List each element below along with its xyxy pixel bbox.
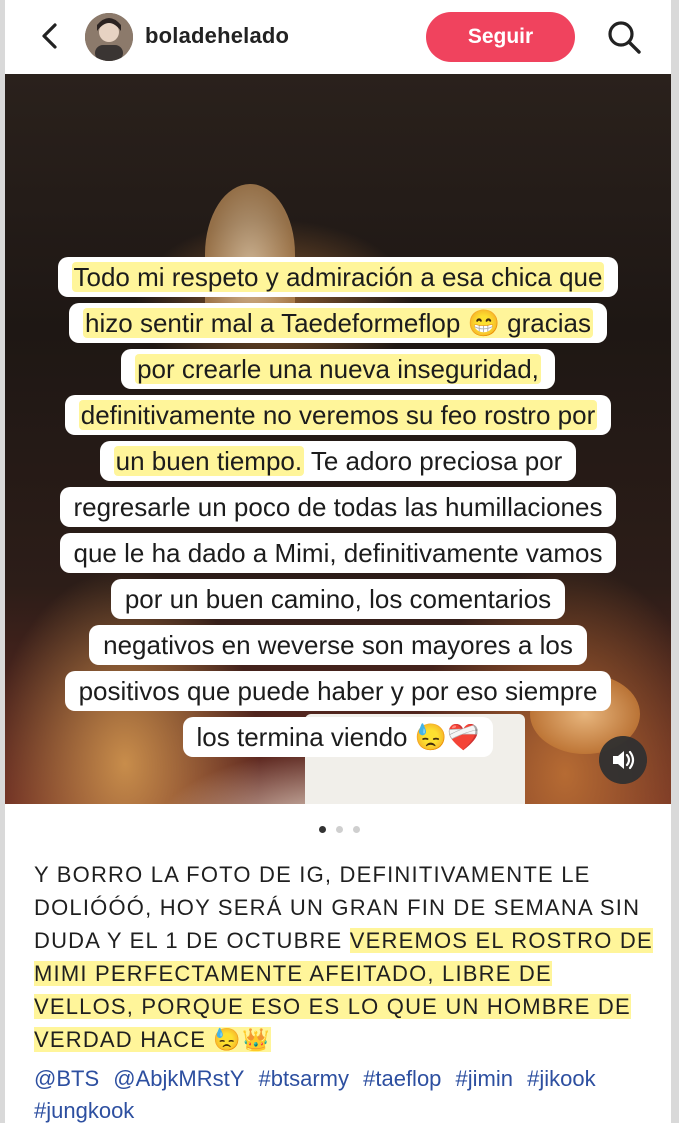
overlay-line-text: regresarle un poco de todas las humillac… bbox=[73, 492, 603, 522]
hashtag-link[interactable]: #jimin bbox=[456, 1066, 513, 1091]
hashtag-list: @BTS @AbjkMRstY #btsarmy #taeflop #jimin… bbox=[34, 1063, 664, 1127]
carousel-indicator bbox=[0, 820, 679, 838]
overlay-line-row: por un buen camino, los comentarios bbox=[5, 576, 671, 622]
frame-right bbox=[671, 0, 679, 1123]
hashtag-link[interactable]: #jikook bbox=[527, 1066, 595, 1091]
hashtag-link[interactable]: #taeflop bbox=[363, 1066, 441, 1091]
overlay-line-text: positivos que puede haber y por eso siem… bbox=[78, 676, 598, 706]
avatar-image bbox=[85, 13, 133, 61]
overlay-line-row: positivos que puede haber y por eso siem… bbox=[5, 668, 671, 714]
overlay-line-text: que le ha dado a Mimi, definitivamente v… bbox=[73, 538, 603, 568]
overlay-line: los termina viendo 😓❤️‍🩹 bbox=[182, 717, 494, 757]
hashtag-link[interactable]: #btsarmy bbox=[259, 1066, 349, 1091]
username[interactable]: boladehelado bbox=[145, 23, 289, 49]
overlay-line-row: por crearle una nueva inseguridad, bbox=[5, 346, 671, 392]
overlay-line: por un buen camino, los comentarios bbox=[110, 579, 566, 619]
overlay-line-text: por un buen camino, los comentarios bbox=[124, 584, 552, 614]
chevron-left-icon[interactable] bbox=[35, 20, 67, 52]
hashtag-link[interactable]: @AbjkMRstY bbox=[113, 1066, 244, 1091]
avatar[interactable] bbox=[85, 13, 133, 61]
overlay-line: Todo mi respeto y admiración a esa chica… bbox=[57, 257, 619, 297]
overlay-line-row: los termina viendo 😓❤️‍🩹 bbox=[5, 714, 671, 760]
search-icon[interactable] bbox=[605, 18, 643, 56]
overlay-line-text: definitivamente no veremos su feo rostro… bbox=[78, 400, 598, 430]
overlay-line-row: regresarle un poco de todas las humillac… bbox=[5, 484, 671, 530]
overlay-line: negativos en weverse son mayores a los bbox=[89, 625, 587, 665]
overlay-line: positivos que puede haber y por eso siem… bbox=[64, 671, 612, 711]
overlay-line-row: Todo mi respeto y admiración a esa chica… bbox=[5, 254, 671, 300]
hashtag-link[interactable]: @BTS bbox=[34, 1066, 99, 1091]
overlay-line: un buen tiempo. Te adoro preciosa por bbox=[99, 441, 577, 481]
overlay-line: por crearle una nueva inseguridad, bbox=[121, 349, 555, 389]
overlay-line-row: que le ha dado a Mimi, definitivamente v… bbox=[5, 530, 671, 576]
overlay-line-row: un buen tiempo. Te adoro preciosa por bbox=[5, 438, 671, 484]
post-header: boladehelado Seguir bbox=[5, 0, 671, 74]
overlay-line: que le ha dado a Mimi, definitivamente v… bbox=[59, 533, 617, 573]
post-caption: Y BORRO LA FOTO DE IG, DEFINITIVAMENTE L… bbox=[34, 858, 654, 1056]
overlay-text-block: Todo mi respeto y admiración a esa chica… bbox=[5, 254, 671, 760]
carousel-dot[interactable] bbox=[353, 826, 360, 833]
hashtag-link[interactable]: #jungkook bbox=[34, 1098, 134, 1123]
overlay-line-text: Todo mi respeto y admiración a esa chica… bbox=[71, 262, 605, 292]
overlay-line-text: hizo sentir mal a Taedeformeflop 😁 graci… bbox=[83, 308, 593, 338]
overlay-line-tail: Te adoro preciosa por bbox=[304, 446, 563, 476]
carousel-dot[interactable] bbox=[336, 826, 343, 833]
overlay-line-row: definitivamente no veremos su feo rostro… bbox=[5, 392, 671, 438]
overlay-line: hizo sentir mal a Taedeformeflop 😁 graci… bbox=[69, 303, 607, 343]
post-media[interactable]: Todo mi respeto y admiración a esa chica… bbox=[5, 74, 671, 804]
overlay-line-text: un buen tiempo. bbox=[113, 446, 305, 476]
overlay-line-row: hizo sentir mal a Taedeformeflop 😁 graci… bbox=[5, 300, 671, 346]
overlay-line-text: los termina viendo 😓❤️‍🩹 bbox=[196, 722, 480, 752]
overlay-line-text: por crearle una nueva inseguridad, bbox=[135, 354, 541, 384]
overlay-line-row: negativos en weverse son mayores a los bbox=[5, 622, 671, 668]
overlay-line: regresarle un poco de todas las humillac… bbox=[59, 487, 617, 527]
carousel-dot[interactable] bbox=[319, 826, 326, 833]
speaker-icon[interactable] bbox=[599, 736, 647, 784]
follow-button[interactable]: Seguir bbox=[426, 12, 575, 62]
overlay-line: definitivamente no veremos su feo rostro… bbox=[64, 395, 612, 435]
overlay-line-text: negativos en weverse son mayores a los bbox=[103, 630, 573, 660]
